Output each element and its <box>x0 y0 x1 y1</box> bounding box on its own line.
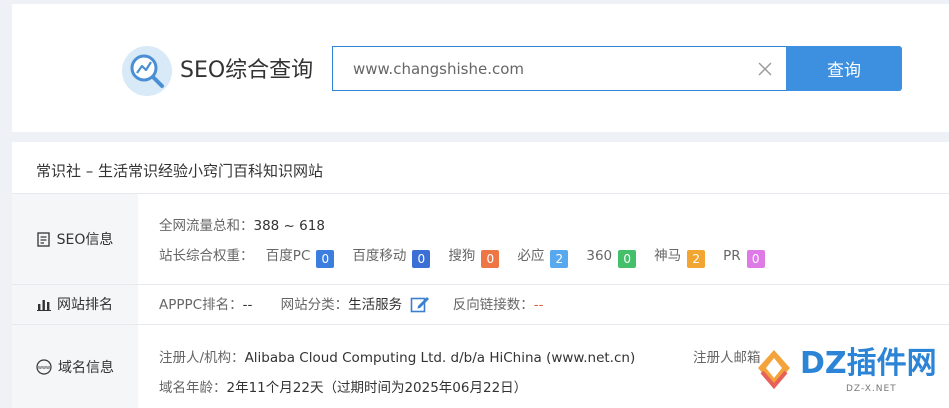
weight-item: 360 0 <box>586 248 637 268</box>
weight-item: 百度移动 0 <box>352 244 431 268</box>
section-label-seo: SEO信息 <box>12 194 138 284</box>
age-line: 域名年龄：2年11个月22天（过期时间为2025年06月22日） <box>159 376 527 396</box>
watermark-subtext: DZ-X.NET <box>846 384 897 394</box>
traffic-label: 全网流量总和： <box>159 218 254 234</box>
traffic-line: 全网流量总和：388 ~ 618 <box>159 214 325 234</box>
divider <box>12 284 949 285</box>
weight-badge[interactable]: 0 <box>746 250 765 268</box>
logo-title: SEO综合查询 <box>180 58 314 83</box>
weight-item: 搜狗 0 <box>448 244 500 268</box>
weight-name: PR <box>723 248 741 264</box>
document-icon <box>36 231 50 247</box>
apppc-label: APPPC排名： <box>159 297 243 313</box>
www-icon: www <box>36 358 52 375</box>
weight-name: 必应 <box>517 248 545 264</box>
seo-logo-icon <box>122 46 172 96</box>
weight-item: 百度PC 0 <box>266 244 335 268</box>
section-label-domain: www 域名信息 <box>12 325 138 408</box>
section-label-text: SEO信息 <box>56 232 114 248</box>
weight-badge[interactable]: 0 <box>618 250 637 268</box>
weight-badge[interactable]: 2 <box>687 250 706 268</box>
backlinks-label: 反向链接数： <box>452 297 534 313</box>
weight-badge[interactable]: 0 <box>316 250 335 268</box>
bar-chart-icon <box>37 299 51 311</box>
age-value: 2年11个月22天（过期时间为2025年06月22日） <box>226 380 528 396</box>
divider <box>12 324 949 325</box>
weight-name: 搜狗 <box>448 248 476 264</box>
weight-badge[interactable]: 0 <box>481 250 500 268</box>
apppc-value: -- <box>242 297 253 313</box>
backlinks-value: -- <box>533 297 544 313</box>
weight-item: PR 0 <box>723 248 765 268</box>
edit-icon[interactable] <box>410 295 430 313</box>
traffic-value: 388 ~ 618 <box>253 218 325 234</box>
dz-logo-icon <box>758 350 790 390</box>
weight-name: 百度PC <box>265 248 311 264</box>
weight-name: 神马 <box>654 248 682 264</box>
svg-text:www: www <box>38 365 50 371</box>
weight-label: 站长综合权重： <box>159 248 254 264</box>
search-button[interactable]: 查询 <box>786 46 902 91</box>
registrant-value: Alibaba Cloud Computing Ltd. d/b/a HiChi… <box>244 350 636 366</box>
weight-badge[interactable]: 2 <box>550 250 569 268</box>
registrant-label: 注册人/机构： <box>159 350 245 366</box>
weights-line: 站长综合权重： 百度PC 0 百度移动 0 搜狗 0 必应 2 360 0 神马 2 PR 0 <box>159 244 783 268</box>
age-label: 域名年龄： <box>159 380 227 396</box>
weight-item: 必应 2 <box>517 244 569 268</box>
registrant-line: 注册人/机构：Alibaba Cloud Computing Ltd. d/b/… <box>159 346 635 366</box>
site-title: 常识社 – 生活常识经验小窍门百科知识网站 <box>36 162 324 180</box>
weight-badge[interactable]: 0 <box>412 250 431 268</box>
watermark: DZ插件网 DZ-X.NET <box>748 344 949 408</box>
category-value: 生活服务 <box>348 297 403 313</box>
search-input[interactable] <box>353 47 753 90</box>
section-label-text: 域名信息 <box>58 359 114 376</box>
section-label-text: 网站排名 <box>57 297 113 313</box>
category-label: 网站分类： <box>280 297 349 313</box>
weight-name: 360 <box>586 248 613 264</box>
clear-icon[interactable] <box>757 61 773 77</box>
weight-name: 百度移动 <box>352 248 407 264</box>
search-box <box>332 46 786 91</box>
rank-line: APPPC排名：-- 网站分类：生活服务 反向链接数：-- <box>159 293 543 313</box>
section-label-rank: 网站排名 <box>12 284 138 324</box>
divider <box>12 193 949 194</box>
watermark-text: DZ插件网 <box>800 346 937 381</box>
weight-item: 神马 2 <box>654 244 706 268</box>
